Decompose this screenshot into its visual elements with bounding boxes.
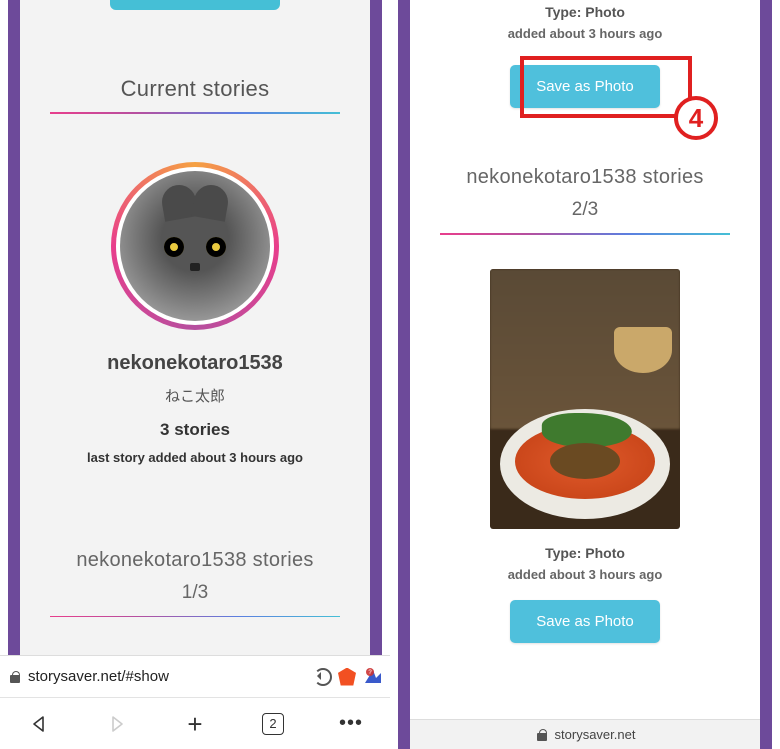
save-as-photo-button[interactable]: Save as Photo <box>510 600 660 643</box>
top-action-button[interactable] <box>110 0 280 10</box>
lock-icon <box>8 670 22 684</box>
reload-icon[interactable] <box>314 668 332 686</box>
divider <box>50 616 340 618</box>
url-text[interactable]: storysaver.net <box>555 727 636 742</box>
stories-list-heading: nekonekotaro1538 stories <box>20 549 370 572</box>
avatar[interactable] <box>120 171 270 321</box>
tab-count: 2 <box>262 713 284 735</box>
current-stories-heading: Current stories <box>20 76 370 102</box>
username: nekonekotaro1538 <box>20 352 370 375</box>
story-photo[interactable] <box>490 269 680 529</box>
last-added-label: last story added about 3 hours ago <box>20 450 370 465</box>
story-ring[interactable] <box>111 162 279 330</box>
url-text[interactable]: storysaver.net/#show <box>28 668 308 685</box>
divider <box>50 112 340 114</box>
stories-list-heading: nekonekotaro1538 stories <box>410 166 760 189</box>
story-type-label: Type: Photo <box>410 4 760 20</box>
left-screenshot: Current stories nekonekotaro1538 ねこ太郎 3 … <box>0 0 390 749</box>
extension-icon[interactable]: ? <box>364 668 382 686</box>
browser-address-bar[interactable]: storysaver.net/#show ? <box>0 655 390 697</box>
tabs-button[interactable]: 2 <box>252 706 294 742</box>
menu-button[interactable]: ••• <box>330 706 372 742</box>
browser-nav-bar: + 2 ••• <box>0 697 390 749</box>
browser-address-bar[interactable]: storysaver.net <box>410 719 760 749</box>
save-as-photo-button[interactable]: Save as Photo <box>510 65 660 108</box>
divider <box>440 233 730 235</box>
display-name: ねこ太郎 <box>20 385 370 406</box>
stories-index: 1/3 <box>20 582 370 604</box>
story-count: 3 stories <box>20 420 370 440</box>
back-button[interactable] <box>18 706 60 742</box>
new-tab-button[interactable]: + <box>174 706 216 742</box>
annotation-step-badge: 4 <box>674 96 718 140</box>
story-added-label: added about 3 hours ago <box>410 567 760 582</box>
lock-icon <box>535 728 549 742</box>
forward-button[interactable] <box>96 706 138 742</box>
stories-index: 2/3 <box>410 199 760 221</box>
story-added-label: added about 3 hours ago <box>410 26 760 41</box>
brave-shield-icon[interactable] <box>338 668 356 686</box>
story-type-label: Type: Photo <box>410 545 760 561</box>
right-screenshot: Type: Photo added about 3 hours ago Save… <box>390 0 780 749</box>
